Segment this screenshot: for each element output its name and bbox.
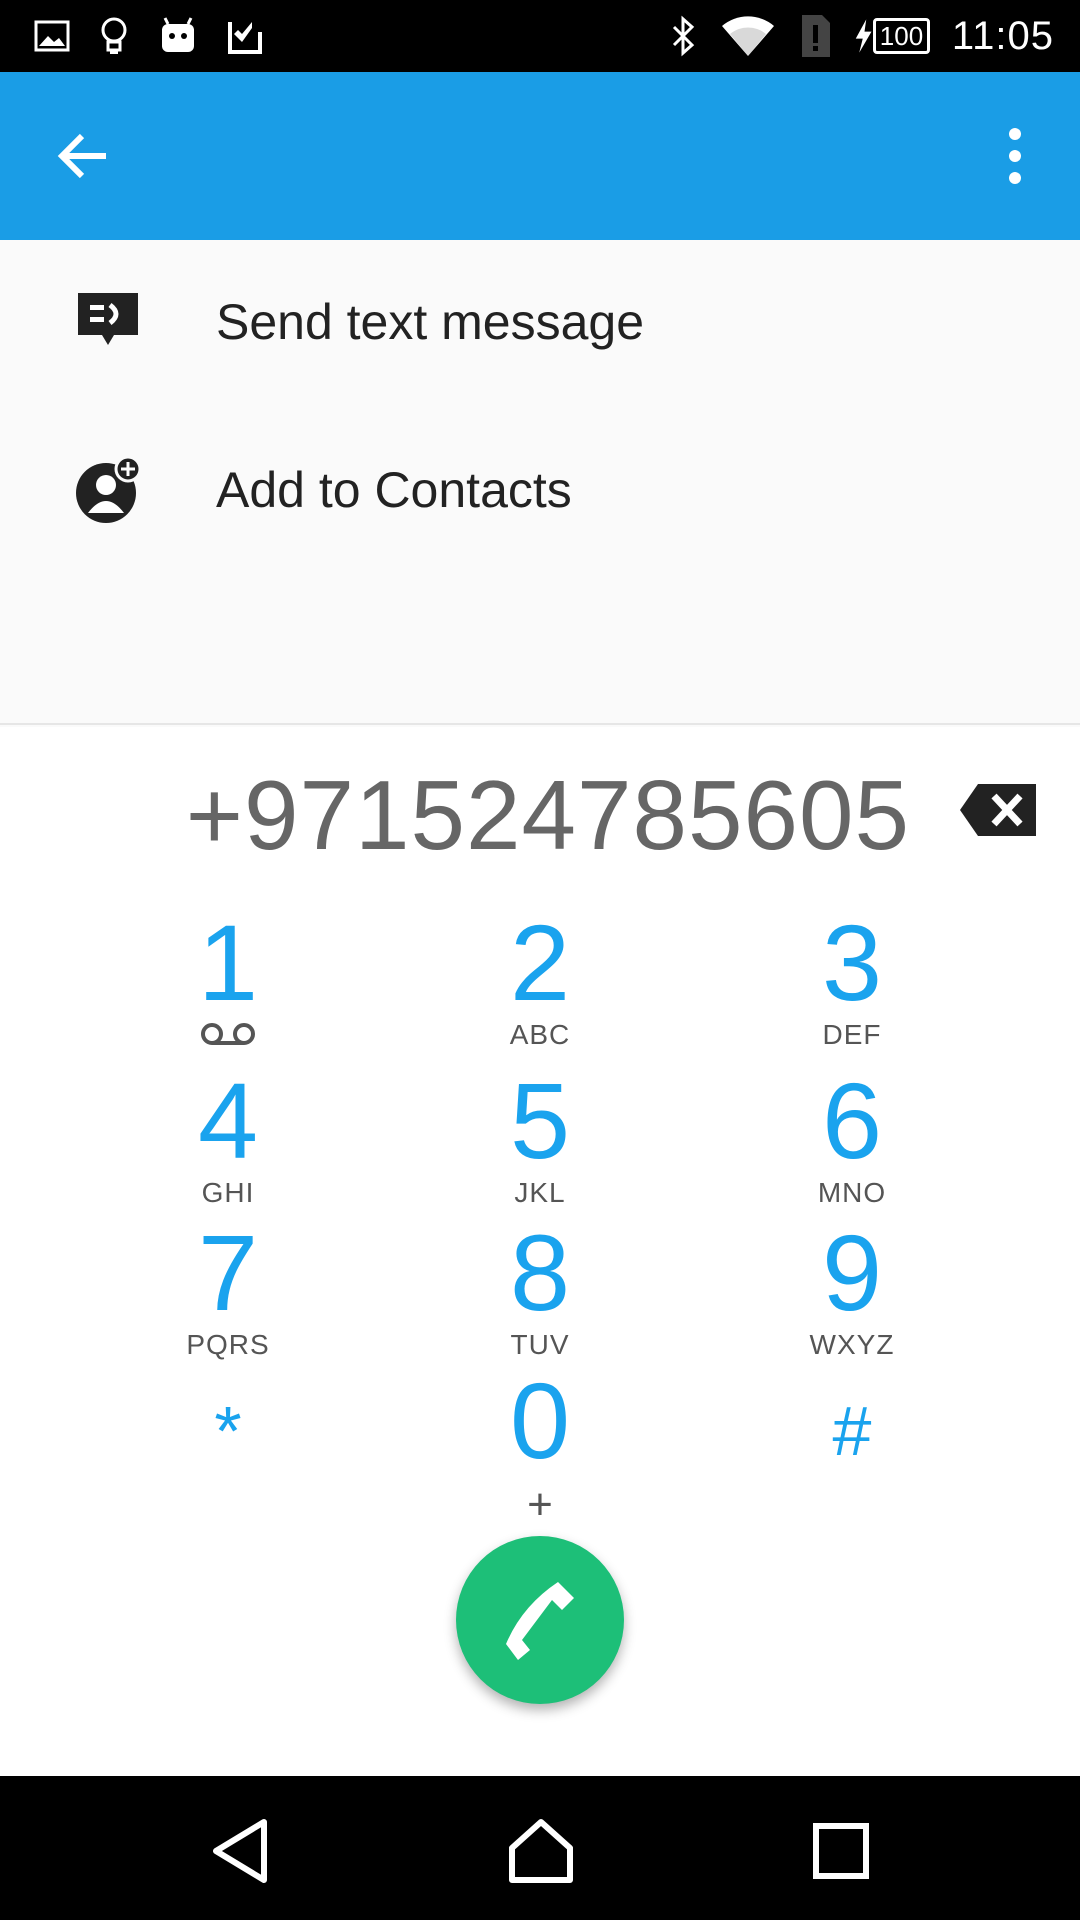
key-5[interactable]: 5 JKL xyxy=(430,1067,650,1217)
key-3[interactable]: 3 DEF xyxy=(742,909,962,1059)
recents-icon xyxy=(813,1823,869,1879)
image-icon xyxy=(34,20,70,52)
home-icon xyxy=(509,1819,573,1883)
key-2[interactable]: 2 ABC xyxy=(430,909,650,1059)
key-digit: 8 xyxy=(509,1212,571,1333)
add-contact-icon xyxy=(76,455,142,523)
wifi-icon xyxy=(721,16,774,56)
bluetooth-icon xyxy=(672,15,695,57)
key-4[interactable]: 4 GHI xyxy=(118,1067,338,1217)
call-button[interactable] xyxy=(456,1536,624,1704)
key-letters: WXYZ xyxy=(809,1329,895,1360)
send-text-message-item[interactable]: Send text message xyxy=(0,262,1080,382)
battery-indicator: 100 xyxy=(854,17,930,55)
nav-recents-button[interactable] xyxy=(806,1816,876,1886)
battery-level: 100 xyxy=(873,18,930,54)
android-icon xyxy=(162,17,194,52)
overflow-menu-button[interactable] xyxy=(990,124,1040,188)
key-letters: DEF xyxy=(822,1019,882,1050)
key-letters: MNO xyxy=(817,1177,887,1208)
key-letters: PQRS xyxy=(186,1329,270,1360)
backspace-icon xyxy=(960,784,1036,836)
navigation-bar xyxy=(0,1776,1080,1920)
key-letters: TUV xyxy=(510,1329,570,1360)
key-digit: 4 xyxy=(197,1060,259,1181)
key-digit: 3 xyxy=(821,902,883,1023)
more-vert-icon xyxy=(1009,128,1021,184)
number-display: +971524785605 xyxy=(0,727,1080,887)
nav-home-button[interactable] xyxy=(506,1816,576,1886)
clock: 11:05 xyxy=(951,13,1054,58)
key-9[interactable]: 9 WXYZ xyxy=(742,1219,962,1369)
key-star[interactable]: * xyxy=(118,1377,338,1527)
phone-icon xyxy=(506,1582,574,1660)
charging-icon xyxy=(855,19,872,53)
key-pound[interactable]: # xyxy=(742,1377,962,1527)
sim-alert-icon xyxy=(801,15,830,57)
key-digit: 7 xyxy=(197,1212,259,1333)
key-digit: # xyxy=(832,1392,872,1470)
key-letters: JKL xyxy=(514,1177,566,1208)
status-bar: 100 11:05 xyxy=(0,0,1080,72)
message-icon xyxy=(78,293,138,345)
key-letters: GHI xyxy=(201,1177,255,1208)
action-list: Send text message Add to Contacts xyxy=(0,240,1080,725)
key-digit: 0 xyxy=(509,1360,571,1481)
key-8[interactable]: 8 TUV xyxy=(430,1219,650,1369)
lightbulb-icon xyxy=(101,17,127,54)
key-digit: 6 xyxy=(821,1060,883,1181)
key-digit: 9 xyxy=(821,1212,883,1333)
key-digit: * xyxy=(214,1392,242,1470)
nav-back-button[interactable] xyxy=(206,1816,276,1886)
backspace-button[interactable] xyxy=(958,782,1038,838)
key-digit: 2 xyxy=(509,902,571,1023)
nav-back-icon xyxy=(213,1819,267,1883)
app-bar xyxy=(0,72,1080,240)
voicemail-icon xyxy=(201,1023,255,1045)
dialed-number[interactable]: +971524785605 xyxy=(186,759,910,872)
action-label: Add to Contacts xyxy=(216,462,572,518)
key-7[interactable]: 7 PQRS xyxy=(118,1219,338,1369)
key-digit: 1 xyxy=(197,902,259,1023)
arrow-back-icon xyxy=(57,133,106,179)
key-digit: 5 xyxy=(509,1060,571,1181)
key-0-plus-label: + xyxy=(527,1480,553,1529)
key-1[interactable]: 1 xyxy=(118,909,338,1059)
checkbox-icon xyxy=(228,22,262,54)
add-to-contacts-item[interactable]: Add to Contacts xyxy=(0,430,1080,550)
key-6[interactable]: 6 MNO xyxy=(742,1067,962,1217)
action-label: Send text message xyxy=(216,294,645,350)
back-button[interactable] xyxy=(52,124,116,188)
key-letters: ABC xyxy=(509,1019,571,1050)
